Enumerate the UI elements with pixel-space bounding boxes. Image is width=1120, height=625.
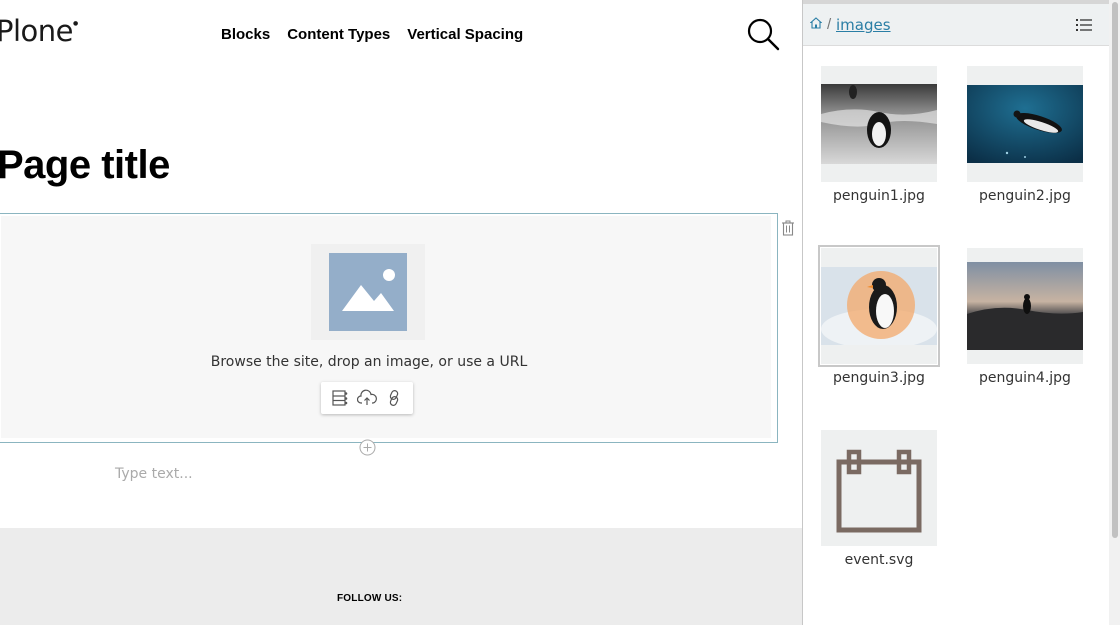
site-logo[interactable]: Plone●	[0, 14, 78, 48]
object-browser-header: / images	[803, 4, 1109, 46]
cloud-upload-icon	[356, 389, 377, 405]
nav-item-content-types[interactable]: Content Types	[287, 26, 390, 43]
text-block-input[interactable]: Type text...	[115, 466, 193, 482]
penguin3-thumbnail	[821, 267, 937, 345]
sidebar-scroll-thumb[interactable]	[1112, 2, 1118, 538]
image-block-placeholder: Browse the site, drop an image, or use a…	[1, 216, 771, 438]
home-button[interactable]	[809, 16, 823, 29]
sidebar-scrollbar[interactable]	[1109, 0, 1120, 625]
image-tile-penguin1[interactable]: penguin1.jpg	[821, 66, 939, 204]
page: Plone● Blocks Content Types Vertical Spa…	[0, 0, 1120, 625]
image-thumbnail	[967, 66, 1083, 182]
main-navigation: Blocks Content Types Vertical Spacing	[221, 26, 523, 43]
nav-item-blocks[interactable]: Blocks	[221, 26, 270, 43]
image-thumbnail	[967, 248, 1083, 364]
image-tile-penguin3[interactable]: penguin3.jpg	[818, 245, 940, 386]
object-browser-sidebar: / images penguin1.jpg penguin2.jpg pengu…	[802, 0, 1120, 625]
upload-button[interactable]	[356, 387, 378, 409]
site-logo-text: Plone	[0, 14, 74, 48]
image-block[interactable]: Browse the site, drop an image, or use a…	[0, 213, 778, 443]
list-icon	[1076, 19, 1092, 31]
image-block-message: Browse the site, drop an image, or use a…	[210, 354, 528, 370]
delete-block-button[interactable]	[781, 220, 795, 236]
nav-item-vertical-spacing[interactable]: Vertical Spacing	[407, 26, 523, 43]
image-tile-label: penguin4.jpg	[979, 370, 1071, 386]
image-tile-label: penguin3.jpg	[833, 370, 925, 386]
image-tile-label: penguin1.jpg	[833, 188, 925, 204]
image-tile-event-svg[interactable]: event.svg	[821, 430, 939, 568]
browse-site-button[interactable]	[329, 387, 351, 409]
image-block-toolbar	[321, 382, 413, 414]
breadcrumb-separator: /	[827, 16, 832, 33]
penguin4-thumbnail	[967, 262, 1083, 350]
browse-icon	[332, 390, 348, 406]
calendar-icon	[836, 449, 922, 533]
plus-circle-icon	[359, 439, 376, 456]
use-url-button[interactable]	[383, 387, 405, 409]
site-footer: FOLLOW US:	[0, 528, 802, 625]
image-thumbnail	[821, 430, 937, 546]
image-tile-label: event.svg	[844, 552, 914, 568]
page-title[interactable]: Page title	[0, 143, 170, 188]
trash-icon	[782, 220, 794, 236]
site-content: Plone● Blocks Content Types Vertical Spa…	[0, 0, 802, 625]
image-placeholder-icon	[329, 253, 407, 331]
follow-us-label: FOLLOW US:	[337, 593, 403, 604]
image-tile-penguin4[interactable]: penguin4.jpg	[967, 248, 1085, 386]
list-view-toggle-button[interactable]	[1075, 17, 1093, 33]
image-tile-penguin2[interactable]: penguin2.jpg	[967, 66, 1085, 204]
penguin2-thumbnail	[967, 85, 1083, 163]
image-thumbnail	[818, 245, 940, 367]
search-button[interactable]	[746, 17, 780, 51]
penguin1-thumbnail	[821, 84, 937, 164]
link-icon	[389, 390, 398, 406]
add-block-button[interactable]	[359, 439, 376, 456]
image-tile-label: penguin2.jpg	[979, 188, 1071, 204]
image-thumbnail	[821, 66, 937, 182]
home-icon	[809, 17, 823, 29]
search-icon	[747, 18, 780, 51]
breadcrumb-images-link[interactable]: images	[836, 16, 891, 34]
image-placeholder-frame	[311, 244, 425, 340]
